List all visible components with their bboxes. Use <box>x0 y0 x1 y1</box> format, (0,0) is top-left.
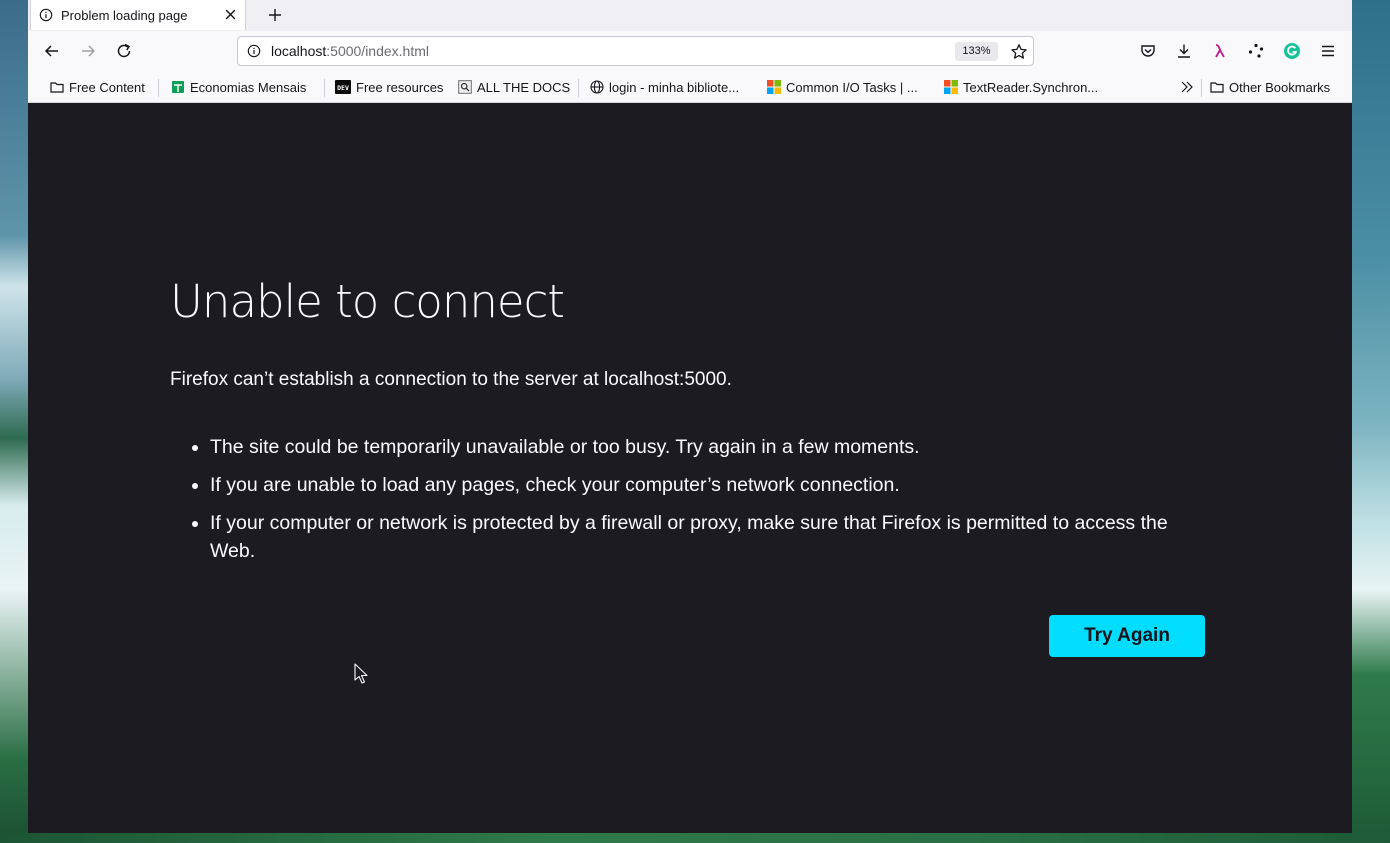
bookmark-free-content[interactable]: Free Content <box>50 78 145 96</box>
docs-search-icon <box>458 80 472 94</box>
desktop-background-left <box>0 0 28 843</box>
bookmarks-overflow-button[interactable] <box>1180 78 1194 96</box>
list-item: If your computer or network is protected… <box>210 509 1210 565</box>
tab-problem-loading[interactable]: Problem loading page <box>30 0 246 30</box>
plus-icon <box>269 9 281 21</box>
info-icon <box>39 8 53 22</box>
tab-title: Problem loading page <box>61 7 188 23</box>
error-page: Unable to connect Firefox can’t establis… <box>28 103 1352 833</box>
desktop-background-bottom <box>0 833 1390 843</box>
bookmark-separator <box>158 79 159 97</box>
desktop-background-right <box>1352 0 1390 843</box>
folder-icon <box>1210 82 1224 93</box>
reload-icon <box>117 43 131 58</box>
error-suggestions: The site could be temporarily unavailabl… <box>170 433 1210 575</box>
back-button[interactable] <box>41 40 63 62</box>
url-bar[interactable]: localhost:5000/index.html 133% <box>237 36 1034 66</box>
svg-text:DEV: DEV <box>337 84 349 92</box>
url-text: localhost:5000/index.html <box>271 43 429 59</box>
error-title: Unable to connect <box>170 275 565 328</box>
other-bookmarks-label: Other Bookmarks <box>1229 79 1331 95</box>
downloads-button[interactable] <box>1174 41 1194 61</box>
dots-extension-icon <box>1248 43 1264 58</box>
globe-icon <box>590 80 604 94</box>
chevron-double-right-icon <box>1181 81 1193 93</box>
other-bookmarks[interactable]: Other Bookmarks <box>1210 78 1330 96</box>
tab-strip: Problem loading page <box>28 0 1352 32</box>
extension-button-1[interactable] <box>1210 41 1230 61</box>
arrow-left-icon <box>44 45 58 57</box>
dev-icon: DEV <box>335 80 351 94</box>
bookmark-free-resources[interactable]: DEV Free resources <box>335 78 443 96</box>
url-path: :5000/index.html <box>326 43 429 59</box>
bookmark-label: Common I/O Tasks | ... <box>786 79 918 95</box>
grammarly-button[interactable] <box>1282 41 1302 61</box>
error-description: Firefox can’t establish a connection to … <box>170 369 732 390</box>
try-again-button[interactable]: Try Again <box>1049 615 1205 657</box>
site-info-icon[interactable] <box>247 44 261 58</box>
bookmark-label: TextReader.Synchron... <box>963 79 1099 95</box>
pocket-button[interactable] <box>1138 41 1158 61</box>
microsoft-icon <box>767 80 781 94</box>
bookmark-separator <box>578 79 579 97</box>
close-icon[interactable] <box>224 8 237 21</box>
bookmark-label: Free Content <box>69 79 145 95</box>
list-item: If you are unable to load any pages, che… <box>210 471 1210 499</box>
bookmark-label: ALL THE DOCS <box>477 79 571 95</box>
browser-window: Problem loading page localhost:5000/inde… <box>28 0 1352 833</box>
mouse-pointer-icon <box>354 663 368 684</box>
bookmark-separator <box>324 79 325 97</box>
hamburger-menu-icon <box>1322 45 1334 57</box>
forward-button[interactable] <box>77 40 99 62</box>
bookmark-label: login - minha bibliote... <box>609 79 740 95</box>
microsoft-icon <box>944 80 958 94</box>
new-tab-button[interactable] <box>263 3 287 27</box>
list-item: The site could be temporarily unavailabl… <box>210 433 1210 461</box>
bookmark-common-io-tasks[interactable]: Common I/O Tasks | ... <box>767 78 918 96</box>
lambda-extension-icon <box>1215 44 1225 58</box>
url-host: localhost <box>271 43 327 59</box>
bookmark-economias-mensais[interactable]: Economias Mensais <box>171 78 306 96</box>
reload-button[interactable] <box>113 40 135 62</box>
folder-icon <box>50 82 64 93</box>
bookmark-star-icon[interactable] <box>1010 43 1028 61</box>
sheets-icon <box>172 81 184 93</box>
extension-button-2[interactable] <box>1246 41 1266 61</box>
pocket-icon <box>1141 45 1155 57</box>
bookmark-all-the-docs[interactable]: ALL THE DOCS <box>458 78 570 96</box>
bookmarks-toolbar: Free Content Economias Mensais DEV Free … <box>28 72 1352 103</box>
bookmark-label: Free resources <box>356 79 444 95</box>
bookmark-textreader[interactable]: TextReader.Synchron... <box>944 78 1098 96</box>
bookmark-login-biblioteca[interactable]: login - minha bibliote... <box>590 78 739 96</box>
zoom-level-badge[interactable]: 133% <box>955 42 998 61</box>
download-icon <box>1178 44 1190 58</box>
grammarly-icon <box>1284 43 1300 59</box>
arrow-right-icon <box>82 45 96 57</box>
navigation-toolbar: localhost:5000/index.html 133% <box>28 31 1352 72</box>
menu-button[interactable] <box>1318 41 1338 61</box>
bookmark-label: Economias Mensais <box>190 79 307 95</box>
bookmark-separator <box>1201 79 1202 97</box>
